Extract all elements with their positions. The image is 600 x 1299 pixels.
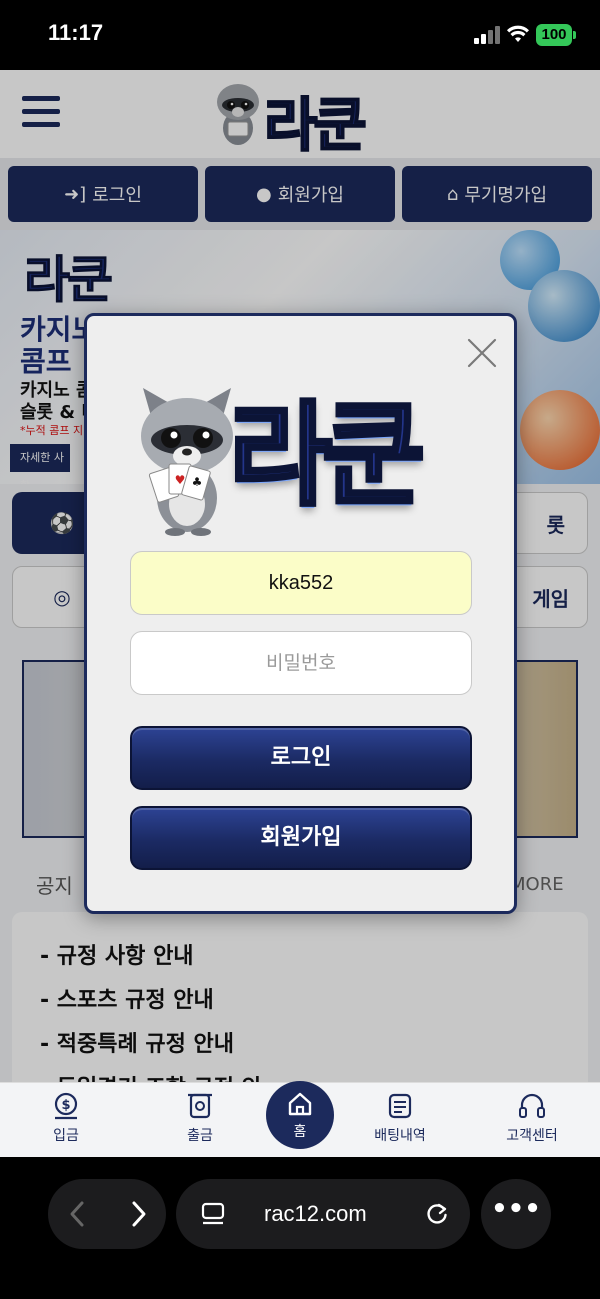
- close-icon[interactable]: [465, 336, 499, 370]
- svg-text:$: $: [61, 1098, 70, 1113]
- more-options-icon[interactable]: •••: [481, 1179, 551, 1249]
- nav-bet-history-label: 배팅내역: [374, 1128, 426, 1144]
- withdraw-icon: [188, 1093, 212, 1119]
- nav-withdraw-label: 출금: [187, 1128, 213, 1144]
- url-text: rac12.com: [264, 1201, 367, 1226]
- bottom-nav: $ 입금 출금 홈 배팅내역 고객센터: [0, 1081, 600, 1157]
- nav-bet-history[interactable]: 배팅내역: [350, 1091, 450, 1145]
- battery-indicator: 100: [536, 24, 576, 46]
- nav-home[interactable]: 홈: [266, 1081, 334, 1149]
- login-modal: ♥ ♣ 라쿤 kka552 비밀번호 로그인 회원가입: [84, 313, 517, 914]
- nav-home-label: 홈: [293, 1124, 307, 1140]
- svg-text:♣: ♣: [192, 475, 203, 489]
- page-menu-icon[interactable]: [200, 1201, 226, 1227]
- nav-withdraw[interactable]: 출금: [150, 1091, 250, 1145]
- wifi-icon: [507, 25, 529, 42]
- modal-logo-text: 라쿤: [227, 389, 427, 523]
- browser-toolbar: rac12.com •••: [0, 1157, 600, 1299]
- headset-icon: [519, 1093, 545, 1118]
- status-bar: 11:17 100: [0, 0, 600, 70]
- history-icon: [388, 1093, 412, 1119]
- forward-icon[interactable]: [126, 1199, 150, 1229]
- modal-logo: ♥ ♣ 라쿤: [131, 386, 471, 536]
- raccoon-mascot-icon: ♥ ♣: [141, 388, 233, 536]
- login-button[interactable]: 로그인: [130, 726, 472, 790]
- deposit-icon: $: [54, 1092, 78, 1120]
- nav-support-label: 고객센터: [506, 1128, 558, 1144]
- nav-support[interactable]: 고객센터: [482, 1091, 582, 1145]
- reload-icon[interactable]: [424, 1201, 450, 1227]
- signup-button[interactable]: 회원가입: [130, 806, 472, 870]
- nav-deposit-label: 입금: [53, 1128, 79, 1144]
- browser-nav-group: [48, 1179, 166, 1249]
- nav-deposit[interactable]: $ 입금: [16, 1091, 116, 1145]
- back-icon[interactable]: [66, 1199, 90, 1229]
- svg-text:♥: ♥: [175, 473, 186, 487]
- password-input[interactable]: 비밀번호: [130, 631, 472, 695]
- status-time: 11:17: [48, 20, 104, 45]
- cellular-signal-icon: [474, 26, 500, 44]
- username-input[interactable]: kka552: [130, 551, 472, 615]
- address-bar[interactable]: rac12.com: [176, 1179, 470, 1249]
- home-icon: [288, 1092, 312, 1116]
